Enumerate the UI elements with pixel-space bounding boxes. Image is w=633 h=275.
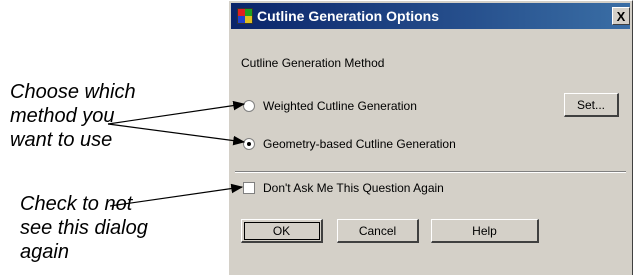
- annotation-line: Choose which: [10, 81, 136, 103]
- annotation-line: see this dialog: [20, 217, 148, 239]
- radio-button-weighted[interactable]: [243, 100, 255, 112]
- cancel-button[interactable]: Cancel: [337, 219, 419, 243]
- close-icon: X: [616, 8, 626, 24]
- cutline-options-dialog: Cutline Generation Options X Cutline Gen…: [228, 0, 633, 275]
- section-label-method: Cutline Generation Method: [241, 56, 385, 70]
- dialog-titlebar[interactable]: Cutline Generation Options X: [231, 3, 630, 29]
- annotation-dont-ask: Check to not see this dialog again: [20, 192, 148, 264]
- dont-ask-checkbox-row[interactable]: Don't Ask Me This Question Again: [243, 181, 444, 195]
- annotation-line: method you: [10, 105, 115, 127]
- radio-geometry[interactable]: Geometry-based Cutline Generation: [243, 137, 456, 151]
- ok-button[interactable]: OK: [241, 219, 323, 243]
- help-button[interactable]: Help: [431, 219, 539, 243]
- radio-label-weighted: Weighted Cutline Generation: [263, 99, 417, 113]
- radio-button-geometry[interactable]: [243, 138, 255, 150]
- radio-weighted[interactable]: Weighted Cutline Generation: [243, 99, 417, 113]
- annotation-choose-method: Choose which method you want to use: [10, 80, 136, 152]
- dont-ask-checkbox[interactable]: [243, 182, 255, 194]
- close-button[interactable]: X: [612, 7, 630, 25]
- divider: [235, 171, 626, 173]
- annotation-line: Check to not: [20, 193, 133, 215]
- dialog-title: Cutline Generation Options: [257, 8, 440, 24]
- annotation-line: again: [20, 241, 69, 263]
- radio-label-geometry: Geometry-based Cutline Generation: [263, 137, 456, 151]
- annotation-line: want to use: [10, 129, 113, 151]
- cutline-app-icon: [237, 8, 253, 24]
- set-button[interactable]: Set...: [564, 93, 619, 117]
- dont-ask-label: Don't Ask Me This Question Again: [263, 181, 444, 195]
